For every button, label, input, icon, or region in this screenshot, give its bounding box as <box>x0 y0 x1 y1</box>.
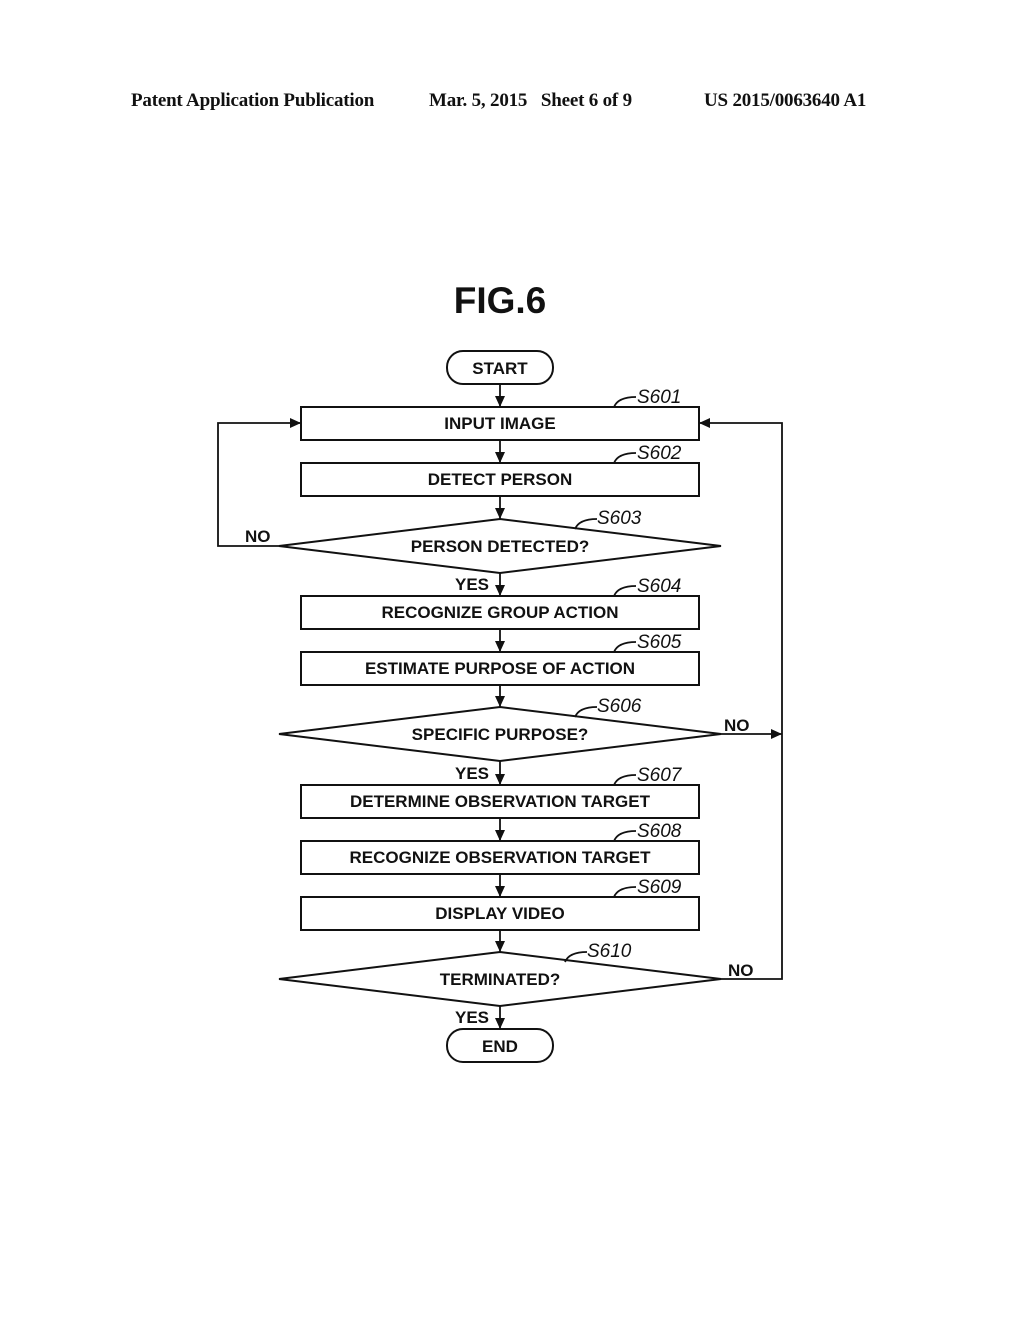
step-id-s603: S603 <box>597 508 642 529</box>
flow-arrow-1 <box>495 452 505 463</box>
callout-leader-s609 <box>613 886 637 898</box>
callout-leader-s601 <box>613 396 637 408</box>
no-arrow-s606 <box>771 729 782 739</box>
decision-label-s610: TERMINATED? <box>440 970 561 989</box>
callout-leader-s602 <box>613 452 637 464</box>
decision-label-s603: PERSON DETECTED? <box>411 537 590 556</box>
yes-label-s606: YES <box>455 764 489 783</box>
step-id-s601: S601 <box>637 387 681 408</box>
flow-arrow-4 <box>495 641 505 652</box>
step-id-s608: S608 <box>637 821 682 842</box>
no-label-s610: NO <box>728 961 754 980</box>
no-label-s603: NO <box>245 527 271 546</box>
process-label-s609: DISPLAY VIDEO <box>435 904 564 923</box>
callout-leader-s605 <box>613 641 637 653</box>
callout-leader-s606 <box>574 706 598 718</box>
loop-arrow-s601 <box>699 418 710 428</box>
callout-leader-s607 <box>613 774 637 786</box>
flowchart: START INPUT IMAGE S601 DETECT PERSON S602 PE… <box>217 350 783 1063</box>
process-label-s604: RECOGNIZE GROUP ACTION <box>381 603 618 622</box>
yes-label-s603: YES <box>455 575 489 594</box>
end-label: END <box>482 1037 518 1056</box>
step-id-s607: S607 <box>637 765 683 786</box>
process-label-s607: DETERMINE OBSERVATION TARGET <box>350 792 651 811</box>
flow-arrow-5 <box>495 696 505 707</box>
flow-arrow-7 <box>495 830 505 841</box>
process-label-s605: ESTIMATE PURPOSE OF ACTION <box>365 659 635 678</box>
no-loop-s610 <box>699 422 783 980</box>
flow-arrow-2 <box>495 508 505 519</box>
step-id-s609: S609 <box>637 877 682 898</box>
start-label: START <box>472 359 528 378</box>
process-label-s602: DETECT PERSON <box>428 470 573 489</box>
callout-leader-s603 <box>574 518 598 530</box>
process-label-s608: RECOGNIZE OBSERVATION TARGET <box>350 848 652 867</box>
process-label-s601: INPUT IMAGE <box>444 414 555 433</box>
flow-arrow-10 <box>495 1018 505 1029</box>
flow-arrow-0 <box>495 396 505 407</box>
decision-label-s606: SPECIFIC PURPOSE? <box>412 725 589 744</box>
step-id-s605: S605 <box>637 632 682 653</box>
no-arrow-s603 <box>290 418 301 428</box>
no-label-s606: NO <box>724 716 750 735</box>
step-id-s610: S610 <box>587 941 632 962</box>
flow-arrow-8 <box>495 886 505 897</box>
yes-label-s610: YES <box>455 1008 489 1027</box>
step-id-s606: S606 <box>597 696 642 717</box>
flow-arrow-3 <box>495 585 505 596</box>
callout-leader-s608 <box>613 830 637 842</box>
flow-arrow-6 <box>495 774 505 785</box>
step-id-s604: S604 <box>637 576 681 597</box>
flow-arrow-9 <box>495 941 505 952</box>
step-id-s602: S602 <box>637 443 682 464</box>
callout-leader-s604 <box>613 585 637 597</box>
